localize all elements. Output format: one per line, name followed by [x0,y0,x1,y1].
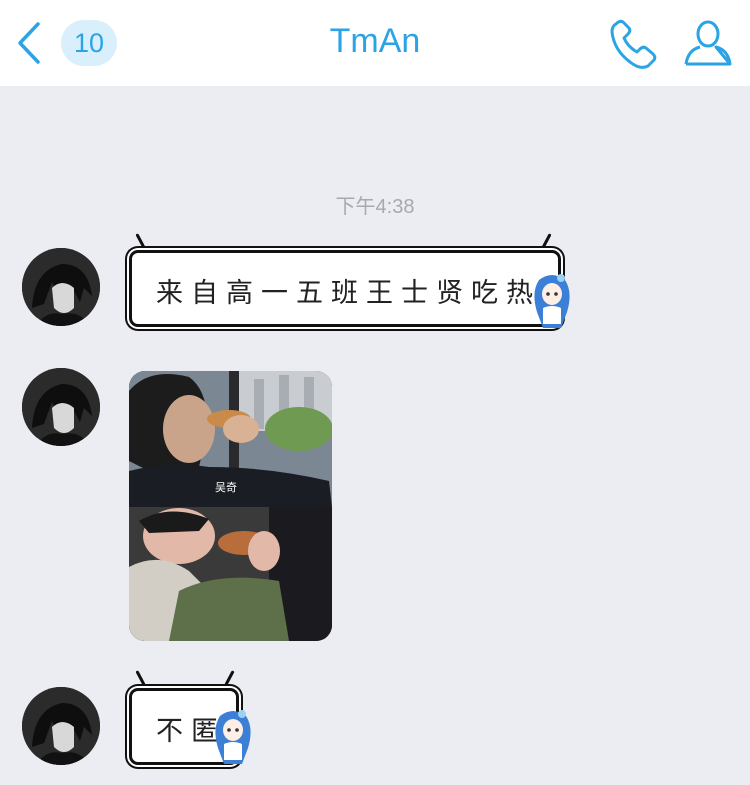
chevron-left-icon [18,22,40,64]
photo-caption: 吴奇 [215,481,237,494]
profile-button[interactable] [680,16,736,72]
call-button[interactable] [606,16,662,72]
mascot-sticker-icon [215,710,251,764]
photo-hotdog-eating [129,371,332,641]
message-bubble[interactable]: 来自高一五班王士贤吃热狗 [129,250,568,327]
avatar[interactable] [22,687,100,765]
avatar-image [22,368,100,446]
avatar-image [22,687,100,765]
avatar[interactable] [22,368,100,446]
bubble-antenna [224,670,235,686]
bubble-antenna [135,233,146,249]
unread-count-badge[interactable]: 10 [61,20,117,66]
message-text: 来自高一五班王士贤吃热狗 [156,278,576,309]
navigation-bar: 10 TmAn [0,0,750,86]
bubble-antenna [135,670,146,686]
image-message[interactable]: 吴奇 [129,371,332,641]
avatar[interactable] [22,248,100,326]
phone-icon [610,19,657,69]
avatar-image [22,248,100,326]
person-icon [684,20,732,66]
mascot-sticker-icon [534,274,570,328]
message-timestamp: 下午4:38 [335,196,415,218]
back-button[interactable] [12,18,48,68]
bubble-antenna [541,233,552,249]
